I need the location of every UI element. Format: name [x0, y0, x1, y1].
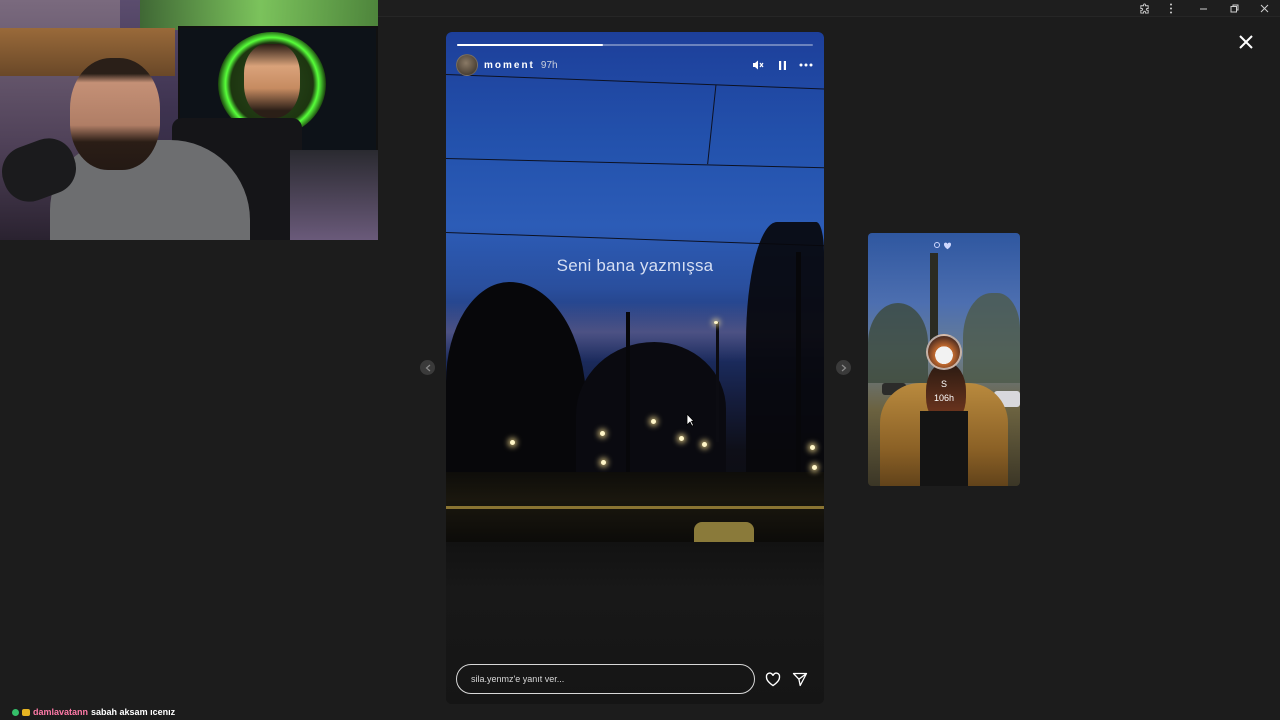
screen: Seni bana yazmışsa moment 97h sila.yenmz…: [0, 0, 1280, 720]
heart-icon: [943, 242, 952, 250]
avatar[interactable]: [926, 334, 962, 370]
mouse-cursor-icon: [686, 413, 695, 427]
story-username[interactable]: moment: [484, 60, 535, 71]
reply-input[interactable]: [456, 664, 755, 694]
heart-icon[interactable]: [764, 670, 782, 688]
circle-icon: [934, 242, 940, 248]
next-story-username: S: [940, 379, 947, 389]
avatar[interactable]: [456, 54, 478, 76]
story-viewer[interactable]: Seni bana yazmışsa moment 97h: [446, 32, 824, 704]
send-icon[interactable]: [791, 670, 809, 688]
webcam-overlay: [0, 0, 378, 240]
close-icon[interactable]: [1234, 30, 1258, 54]
chevron-left-icon: [425, 364, 430, 371]
next-story-timestamp: 106h: [933, 393, 955, 403]
next-story-preview[interactable]: S 106h: [868, 233, 1020, 486]
story-timestamp: 97h: [540, 59, 558, 71]
chat-username: damlavatann: [33, 707, 89, 717]
chevron-right-icon: [841, 364, 846, 371]
extensions-icon[interactable]: [1133, 1, 1155, 16]
more-horizontal-icon[interactable]: [798, 57, 814, 73]
story-caption: Seni bana yazmışsa: [556, 256, 714, 275]
speaker-muted-icon[interactable]: [750, 57, 766, 73]
minimize-icon[interactable]: [1192, 1, 1214, 16]
pause-icon[interactable]: [774, 57, 790, 73]
story-media: [446, 32, 824, 542]
browser-menu-icon[interactable]: [1160, 1, 1182, 16]
previous-story-button[interactable]: [420, 360, 435, 375]
badge-icon: [12, 708, 19, 716]
story-progress-fill: [457, 44, 603, 46]
next-story-button[interactable]: [836, 360, 851, 375]
chat-message: damlavatann sabah aksam ıcenız: [12, 705, 175, 719]
browser-titlebar: [378, 0, 1280, 17]
story-progress-bar: [457, 44, 813, 46]
restore-icon[interactable]: [1223, 1, 1245, 16]
subscriber-badge-icon: [22, 708, 30, 716]
chat-text: sabah aksam ıcenız: [91, 707, 176, 717]
window-close-icon[interactable]: [1253, 1, 1275, 16]
story-header: moment 97h: [456, 54, 814, 76]
